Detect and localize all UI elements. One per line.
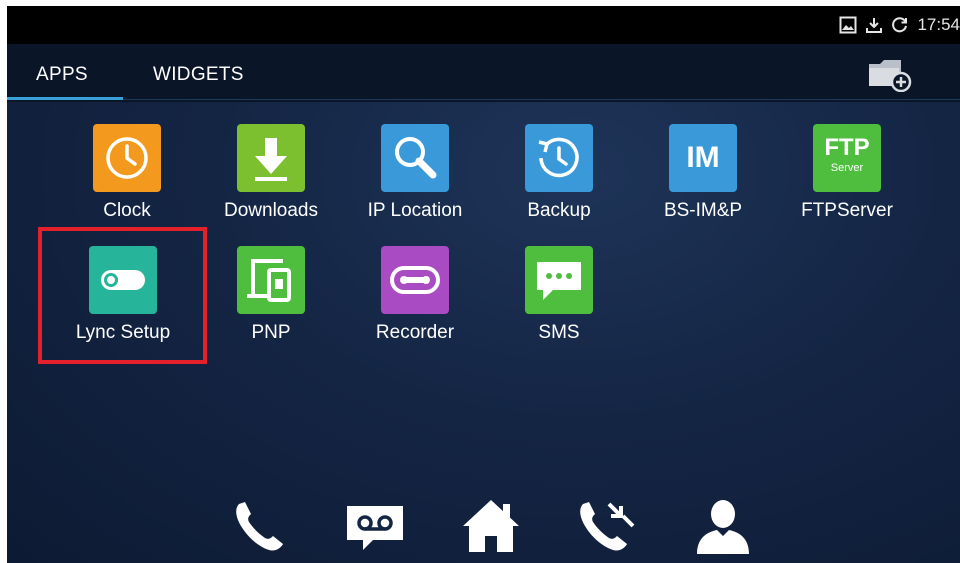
backup-clock-icon: [525, 124, 593, 192]
tape-icon: [381, 246, 449, 314]
im-icon: IM: [669, 124, 737, 192]
dock-home-button[interactable]: [459, 496, 523, 556]
active-tab-indicator: [7, 97, 123, 100]
bottom-dock: [7, 486, 960, 563]
app-ip-location[interactable]: IP Location: [345, 124, 485, 222]
contact-icon: [697, 500, 749, 554]
app-ftpserver[interactable]: FTP Server FTPServer: [777, 124, 917, 222]
dock-call-transfer-button[interactable]: [575, 496, 639, 556]
app-label: Backup: [527, 200, 591, 221]
app-label: Clock: [103, 200, 151, 221]
app-recorder[interactable]: Recorder: [345, 246, 485, 344]
dock-contacts-button[interactable]: [691, 496, 755, 556]
dock-voicemail-button[interactable]: [343, 496, 407, 556]
ftp-icon: FTP Server: [813, 124, 881, 192]
app-label: FTPServer: [801, 200, 893, 221]
app-label: SMS: [538, 322, 580, 343]
app-label: BS-IM&P: [663, 200, 743, 221]
app-label: PNP: [251, 322, 291, 343]
drawer-tabs: APPS WIDGETS: [7, 44, 960, 102]
app-bs-imp[interactable]: IM BS-IM&P: [633, 124, 773, 222]
magnifier-icon: [381, 124, 449, 192]
app-sms[interactable]: SMS: [489, 246, 629, 344]
app-label: Recorder: [375, 322, 455, 343]
app-label: Downloads: [224, 200, 318, 221]
ftp-icon-subtext: Server: [830, 162, 864, 174]
app-label: IP Location: [367, 200, 463, 221]
folder-add-button[interactable]: [865, 56, 915, 93]
download-icon: [865, 16, 883, 34]
image-icon: [839, 16, 857, 34]
call-transfer-icon: [580, 502, 635, 551]
app-pnp[interactable]: PNP: [201, 246, 341, 344]
folder-add-icon: [869, 60, 912, 93]
tab-divider: [123, 99, 960, 100]
home-icon: [463, 500, 519, 552]
voicemail-icon: [347, 506, 403, 550]
dock-phone-button[interactable]: [227, 496, 291, 556]
tab-apps[interactable]: APPS: [36, 64, 88, 86]
status-icons: 17:54: [839, 6, 960, 44]
home-screen: 17:54 APPS WIDGETS Clock Downloads IP Lo…: [7, 6, 960, 563]
ftp-icon-text: FTP: [824, 134, 870, 161]
highlight-box: [38, 227, 207, 364]
app-backup[interactable]: Backup: [489, 124, 629, 222]
status-bar: 17:54: [7, 6, 960, 44]
tab-widgets[interactable]: WIDGETS: [153, 64, 244, 86]
download-arrow-icon: [237, 124, 305, 192]
devices-icon: [237, 246, 305, 314]
sync-icon: [891, 16, 909, 34]
clock-icon: [93, 124, 161, 192]
app-downloads[interactable]: Downloads: [201, 124, 341, 222]
chat-bubble-icon: [525, 246, 593, 314]
phone-icon: [236, 502, 283, 551]
app-clock[interactable]: Clock: [57, 124, 197, 222]
status-time: 17:54: [917, 15, 960, 34]
im-icon-text: IM: [686, 141, 720, 174]
